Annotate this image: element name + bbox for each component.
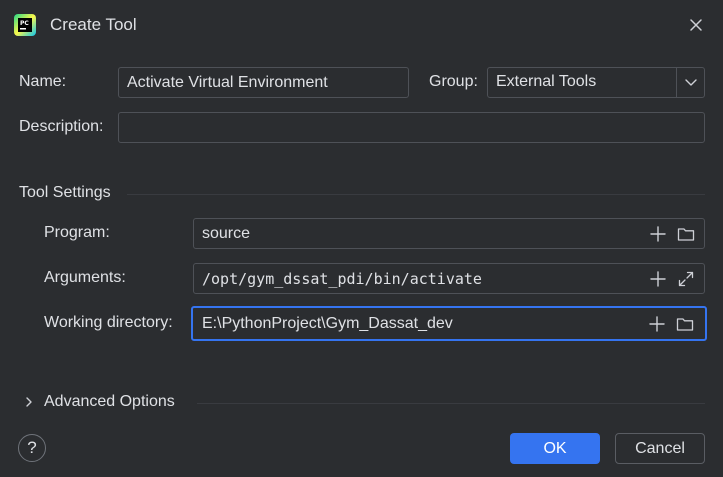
plus-icon (649, 316, 665, 332)
plus-icon (650, 271, 666, 287)
cancel-button[interactable]: Cancel (615, 433, 705, 464)
group-select-value: External Tools (496, 73, 597, 90)
folder-icon (676, 318, 694, 331)
working-directory-field[interactable] (191, 306, 707, 341)
group-label: Group: (429, 73, 478, 90)
working-directory-insert-macro-button[interactable] (647, 314, 667, 334)
name-label: Name: (19, 73, 67, 90)
tool-settings-separator (127, 194, 705, 195)
working-directory-browse-button[interactable] (675, 314, 695, 334)
description-field[interactable] (118, 112, 705, 143)
arguments-label: Arguments: (44, 269, 126, 286)
name-field[interactable] (118, 67, 409, 98)
dialog-title: Create Tool (50, 15, 137, 34)
chevron-right-icon (26, 397, 32, 407)
ok-button[interactable]: OK (510, 433, 600, 464)
chevron-down-icon (685, 79, 697, 86)
description-input[interactable] (119, 113, 704, 142)
description-label: Description: (19, 118, 104, 135)
close-icon (690, 19, 702, 31)
tool-settings-title: Tool Settings (19, 184, 111, 201)
close-button[interactable] (684, 13, 708, 37)
working-directory-label: Working directory: (44, 314, 173, 331)
arguments-insert-macro-button[interactable] (648, 269, 668, 289)
advanced-options-toggle[interactable] (20, 393, 38, 411)
arguments-expand-button[interactable] (676, 269, 696, 289)
group-select[interactable]: External Tools (487, 67, 705, 98)
arguments-input[interactable] (194, 264, 704, 293)
program-browse-button[interactable] (676, 224, 696, 244)
name-input[interactable] (119, 68, 408, 97)
program-input[interactable] (194, 219, 704, 248)
group-dropdown-button[interactable] (676, 68, 704, 97)
svg-text:PC: PC (20, 20, 29, 27)
expand-icon (678, 271, 694, 287)
help-button[interactable]: ? (18, 434, 46, 462)
title-bar: PC Create Tool (0, 0, 723, 50)
program-insert-macro-button[interactable] (648, 224, 668, 244)
arguments-field[interactable] (193, 263, 705, 294)
working-directory-input[interactable] (193, 308, 705, 339)
folder-icon (677, 228, 695, 241)
advanced-options-label[interactable]: Advanced Options (44, 393, 175, 411)
plus-icon (650, 226, 666, 242)
pycharm-logo-icon: PC (14, 14, 36, 36)
advanced-options-separator (197, 403, 705, 404)
create-tool-dialog: PC Create Tool Name: Group: External Too… (0, 0, 723, 477)
program-label: Program: (44, 224, 110, 241)
program-field[interactable] (193, 218, 705, 249)
